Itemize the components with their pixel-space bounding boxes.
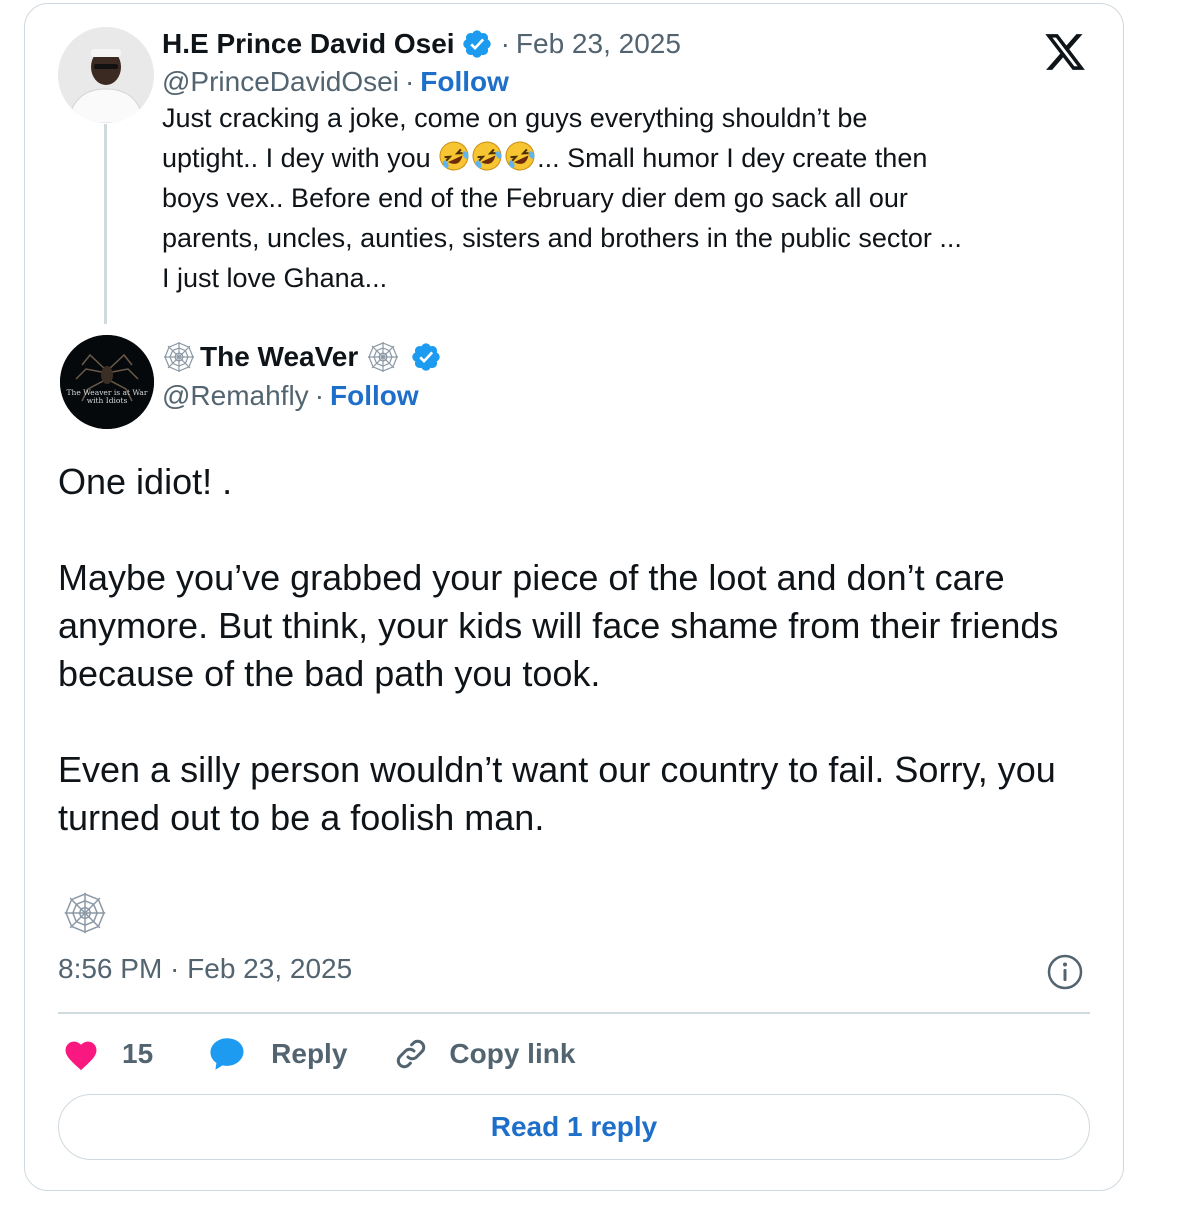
- quoted-text-rest: boys vex.. Before end of the February di…: [162, 183, 962, 293]
- spider-avatar-image: The Weaver is at War with Idiots: [60, 335, 154, 429]
- spider-web-icon: [64, 892, 106, 934]
- quoted-text-line2-pre: uptight.. I dey with you: [162, 143, 439, 173]
- thread-connector-line: [104, 124, 107, 324]
- like-button[interactable]: 15: [62, 1037, 153, 1071]
- reply-button[interactable]: Reply: [207, 1035, 347, 1073]
- tweet-author: The WeaVer @Remahfly · Follow: [162, 340, 442, 412]
- copy-link-button[interactable]: Copy link: [393, 1036, 575, 1072]
- divider: [58, 1012, 1090, 1014]
- quoted-handle-row: @PrinceDavidOsei · Follow: [162, 66, 1092, 98]
- avatar-caption-line2: with Idiots: [87, 396, 128, 405]
- rolling-laughing-emoji-icon: [505, 141, 535, 171]
- info-icon[interactable]: [1046, 953, 1084, 991]
- author-handle[interactable]: @Remahfly: [162, 380, 309, 412]
- tweet-timestamp[interactable]: 8:56 PM · Feb 23, 2025: [58, 953, 352, 985]
- like-count: 15: [122, 1038, 154, 1069]
- tweet-paragraph: Maybe you’ve grabbed your piece of the l…: [58, 557, 1059, 694]
- author-handle-row: @Remahfly · Follow: [162, 380, 442, 412]
- author-avatar[interactable]: The Weaver is at War with Idiots: [60, 335, 154, 429]
- dot-separator: ·: [500, 28, 510, 59]
- quoted-name-row: H.E Prince David Osei · Feb 23, 2025: [162, 28, 1092, 60]
- quoted-tweet-text: Just cracking a joke, come on guys every…: [162, 98, 1092, 298]
- quoted-follow-button[interactable]: Follow: [420, 66, 509, 98]
- speech-bubble-icon: [210, 1038, 244, 1070]
- quoted-text-line1: Just cracking a joke, come on guys every…: [162, 103, 868, 133]
- author-display-name[interactable]: The WeaVer: [200, 341, 358, 373]
- quoted-handle[interactable]: @PrinceDavidOsei: [162, 66, 399, 98]
- verified-badge-icon: [412, 343, 440, 371]
- spider-web-icon: [164, 342, 194, 372]
- quoted-date[interactable]: Feb 23, 2025: [516, 28, 681, 60]
- quoted-tweet: H.E Prince David Osei · Feb 23, 2025 @Pr…: [162, 28, 1092, 298]
- rolling-laughing-emoji-icon: [439, 141, 469, 171]
- tweet-actions: 15 Reply Copy link: [62, 1032, 575, 1076]
- dot-separator: ·: [314, 380, 325, 411]
- tweet-text: One idiot! . Maybe you’ve grabbed your p…: [58, 458, 1098, 842]
- dot-separator: ·: [404, 66, 415, 97]
- quoted-text-line2-post: ... Small humor I dey create then: [537, 143, 928, 173]
- heart-icon: [65, 1041, 97, 1071]
- quoted-author-avatar[interactable]: [58, 27, 154, 123]
- read-replies-button[interactable]: Read 1 reply: [58, 1094, 1090, 1160]
- tweet-paragraph: One idiot! .: [58, 461, 233, 502]
- reply-label: Reply: [271, 1038, 348, 1069]
- link-icon: [397, 1039, 426, 1069]
- copy-link-label: Copy link: [449, 1038, 576, 1069]
- quoted-display-name[interactable]: H.E Prince David Osei: [162, 28, 455, 60]
- verified-badge-icon: [462, 30, 491, 58]
- author-name-row: The WeaVer: [162, 340, 442, 374]
- avatar-portrait: [58, 27, 154, 123]
- author-follow-button[interactable]: Follow: [330, 380, 419, 412]
- spider-web-icon: [368, 342, 399, 372]
- rolling-laughing-emoji-icon: [472, 141, 502, 171]
- tweet-paragraph: Even a silly person wouldn’t want our co…: [58, 749, 1056, 838]
